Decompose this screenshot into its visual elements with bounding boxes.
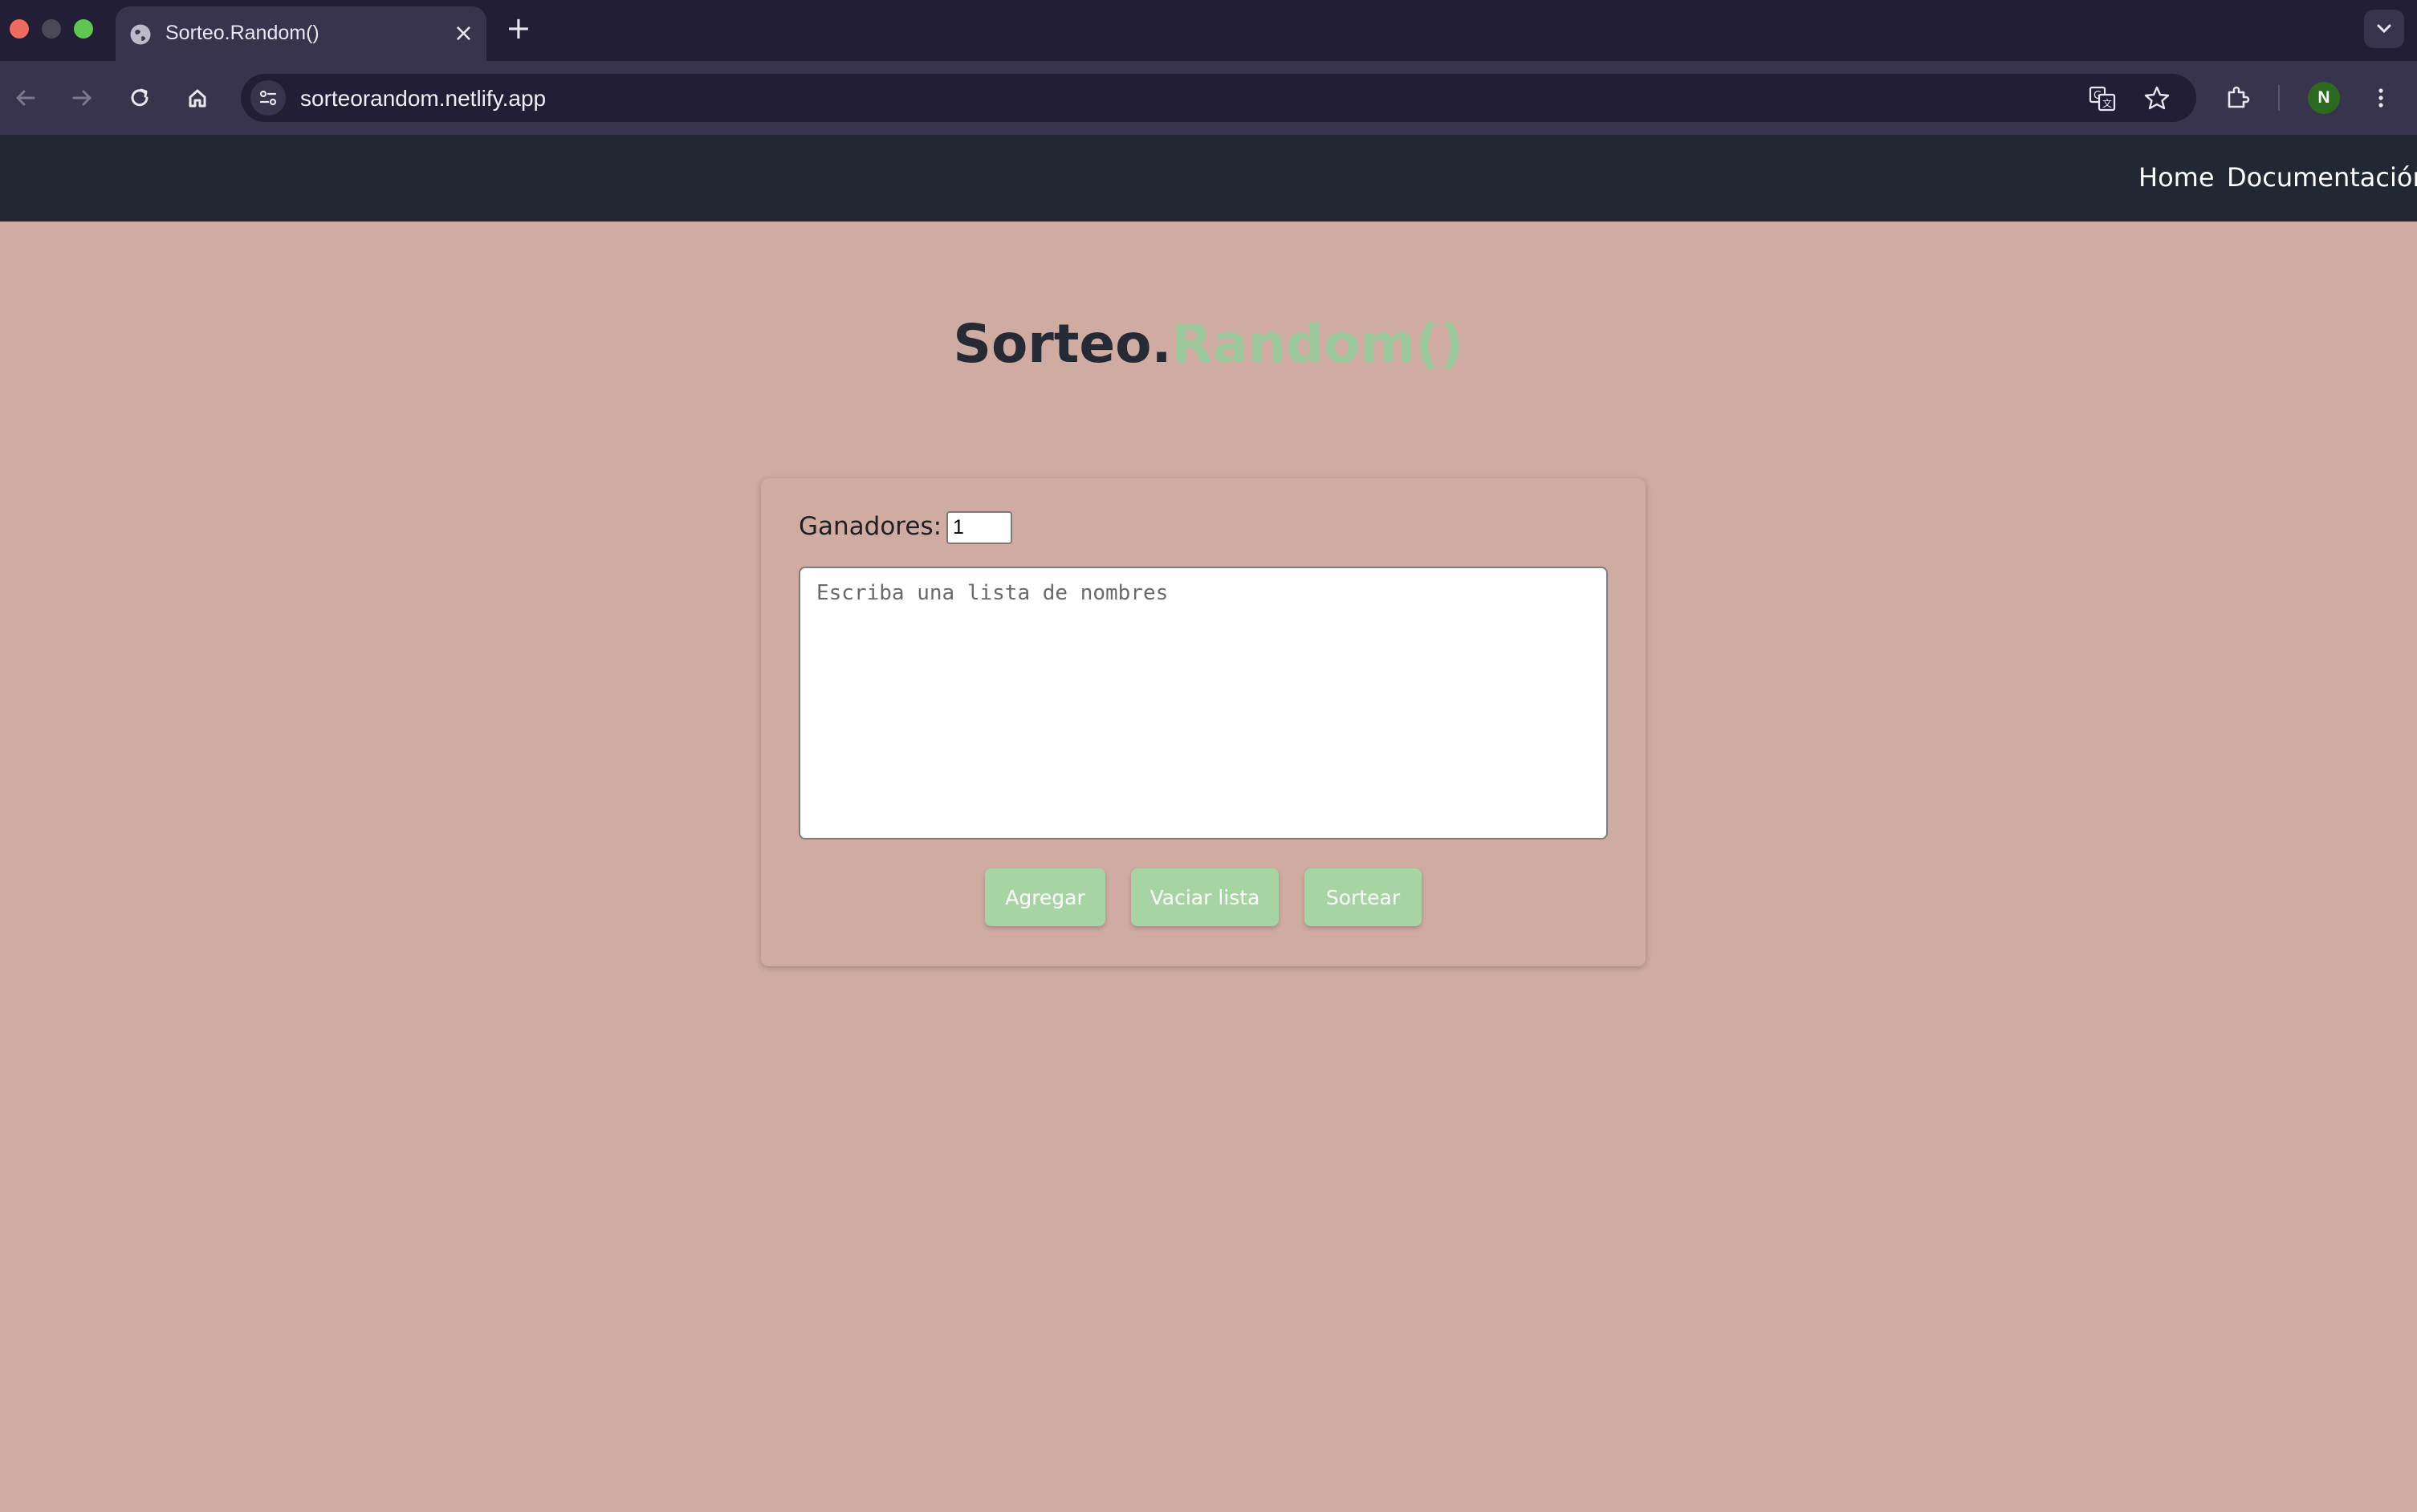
tab-close-icon[interactable]: × xyxy=(454,19,474,48)
page-title-main: Sorteo. xyxy=(953,313,1172,375)
browser-toolbar: sorteorandom.netlify.app G 文 N xyxy=(0,61,2417,135)
page-title: Sorteo.Random() xyxy=(0,313,2417,375)
nav-link-home[interactable]: Home xyxy=(2138,162,2215,193)
reload-icon[interactable] xyxy=(124,82,156,114)
site-navbar: Home Documentación xyxy=(0,135,2417,222)
site-info-button[interactable] xyxy=(250,80,286,116)
profile-avatar[interactable]: N xyxy=(2308,82,2340,114)
clear-list-button[interactable]: Vaciar lista xyxy=(1131,868,1279,926)
forward-icon[interactable] xyxy=(66,82,98,114)
back-icon[interactable] xyxy=(10,82,42,114)
extensions-icon[interactable] xyxy=(2222,82,2254,114)
nav-link-documentacion[interactable]: Documentación xyxy=(2227,162,2417,193)
draw-button[interactable]: Sortear xyxy=(1304,868,1422,926)
url-text[interactable]: sorteorandom.netlify.app xyxy=(300,86,546,112)
window-zoom-button[interactable] xyxy=(74,19,93,39)
raffle-card: Ganadores: Agregar Vaciar lista Sortear xyxy=(761,478,1646,966)
home-icon[interactable] xyxy=(181,82,214,114)
window-minimize-button[interactable] xyxy=(42,19,61,39)
bookmark-star-icon[interactable] xyxy=(2142,83,2172,114)
add-button[interactable]: Agregar xyxy=(985,868,1105,926)
svg-text:文: 文 xyxy=(2102,97,2112,109)
winners-input[interactable] xyxy=(946,511,1012,544)
chevron-down-icon xyxy=(2377,24,2391,34)
site-info-icon xyxy=(259,90,277,106)
browser-tab[interactable]: Sorteo.Random() × xyxy=(116,6,486,61)
globe-icon xyxy=(130,24,151,45)
page-title-accent: Random() xyxy=(1171,313,1464,375)
names-textarea[interactable] xyxy=(799,567,1608,839)
tab-list-button[interactable] xyxy=(2364,10,2404,48)
translate-icon[interactable]: G 文 xyxy=(2087,83,2118,114)
new-tab-button[interactable]: + xyxy=(506,10,531,47)
browser-tab-strip: Sorteo.Random() × + xyxy=(0,0,2417,61)
address-bar[interactable]: sorteorandom.netlify.app G 文 xyxy=(241,74,2196,122)
winners-label: Ganadores: xyxy=(799,512,942,541)
more-menu-icon[interactable] xyxy=(2365,82,2397,114)
toolbar-divider xyxy=(2278,85,2280,111)
tab-title: Sorteo.Random() xyxy=(165,22,319,44)
window-close-button[interactable] xyxy=(10,19,29,39)
